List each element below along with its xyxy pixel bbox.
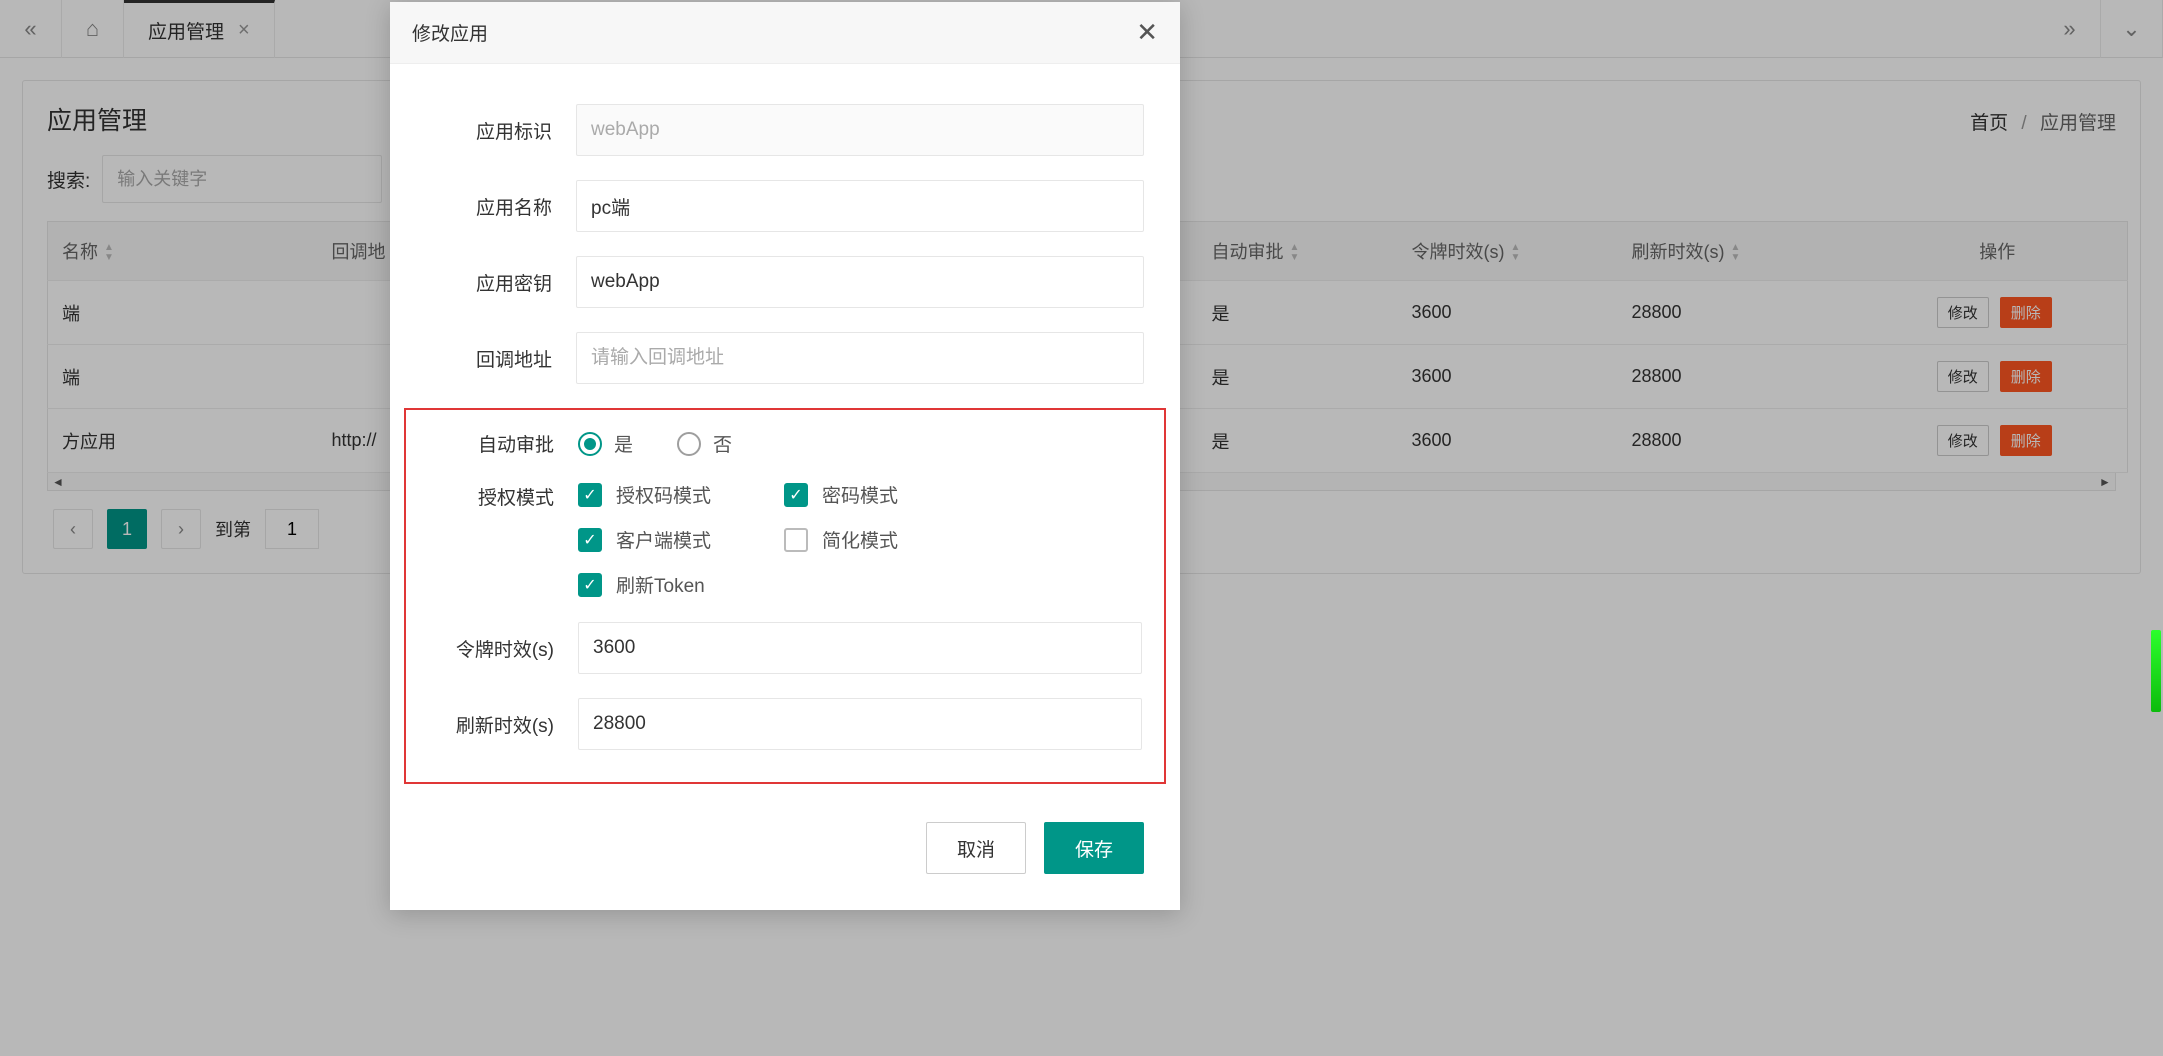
label-token-ttl: 令牌时效(s) — [428, 635, 578, 662]
auth-modes-group: ✓ 授权码模式 ✓ 密码模式 ✓ 客户端模式 简化模式 — [578, 481, 984, 598]
label-auth-modes: 授权模式 — [428, 481, 578, 510]
auto-approve-radio-group: 是 否 — [578, 430, 732, 457]
checkbox-label: 刷新Token — [616, 571, 705, 598]
checkbox-auth-implicit[interactable]: 简化模式 — [784, 526, 984, 553]
input-app-id — [576, 104, 1144, 156]
checkbox-icon: ✓ — [578, 528, 602, 552]
checkbox-label: 客户端模式 — [616, 526, 711, 553]
edit-app-modal: 修改应用 ✕ 应用标识 应用名称 应用密钥 回调地址 自动审批 — [390, 2, 1180, 910]
radio-auto-approve-no[interactable]: 否 — [677, 430, 732, 457]
input-app-name[interactable] — [576, 180, 1144, 232]
modal-close-button[interactable]: ✕ — [1136, 17, 1158, 48]
radio-icon — [677, 432, 701, 456]
input-callback[interactable] — [576, 332, 1144, 384]
modal-footer: 取消 保存 — [390, 810, 1180, 910]
label-app-name: 应用名称 — [426, 193, 576, 220]
input-app-secret[interactable] — [576, 256, 1144, 308]
checkbox-auth-refresh[interactable]: ✓ 刷新Token — [578, 571, 778, 598]
checkbox-auth-client[interactable]: ✓ 客户端模式 — [578, 526, 778, 553]
cancel-button[interactable]: 取消 — [926, 822, 1026, 874]
modal-title: 修改应用 — [412, 19, 488, 46]
input-token-ttl[interactable] — [578, 622, 1142, 674]
radio-label: 否 — [713, 430, 732, 457]
form-row-auth-modes: 授权模式 ✓ 授权码模式 ✓ 密码模式 ✓ 客户端模式 — [406, 481, 1164, 598]
radio-label: 是 — [614, 430, 633, 457]
checkbox-label: 简化模式 — [822, 526, 898, 553]
close-icon: ✕ — [1136, 17, 1158, 47]
form-row-app-id: 应用标识 — [426, 104, 1144, 156]
form-row-callback: 回调地址 — [426, 332, 1144, 384]
label-app-id: 应用标识 — [426, 117, 576, 144]
radio-icon — [578, 432, 602, 456]
checkbox-auth-code[interactable]: ✓ 授权码模式 — [578, 481, 778, 508]
form-row-refresh-ttl: 刷新时效(s) — [406, 698, 1164, 750]
form-row-token-ttl: 令牌时效(s) — [406, 622, 1164, 674]
label-app-secret: 应用密钥 — [426, 269, 576, 296]
highlighted-section: 自动审批 是 否 授权模式 ✓ 授权码模式 — [404, 408, 1166, 784]
checkbox-icon: ✓ — [578, 483, 602, 507]
label-callback: 回调地址 — [426, 345, 576, 372]
save-button[interactable]: 保存 — [1044, 822, 1144, 874]
checkbox-label: 密码模式 — [822, 481, 898, 508]
vertical-scrollbar-indicator — [2151, 630, 2161, 712]
label-auto-approve: 自动审批 — [428, 430, 578, 457]
form-row-app-name: 应用名称 — [426, 180, 1144, 232]
form-row-app-secret: 应用密钥 — [426, 256, 1144, 308]
radio-auto-approve-yes[interactable]: 是 — [578, 430, 633, 457]
checkbox-icon: ✓ — [784, 483, 808, 507]
checkbox-icon — [784, 528, 808, 552]
checkbox-icon: ✓ — [578, 573, 602, 597]
checkbox-label: 授权码模式 — [616, 481, 711, 508]
form-row-auto-approve: 自动审批 是 否 — [406, 430, 1164, 457]
checkbox-auth-password[interactable]: ✓ 密码模式 — [784, 481, 984, 508]
modal-body: 应用标识 应用名称 应用密钥 回调地址 自动审批 是 — [390, 64, 1180, 810]
label-refresh-ttl: 刷新时效(s) — [428, 711, 578, 738]
modal-header: 修改应用 ✕ — [390, 2, 1180, 64]
input-refresh-ttl[interactable] — [578, 698, 1142, 750]
